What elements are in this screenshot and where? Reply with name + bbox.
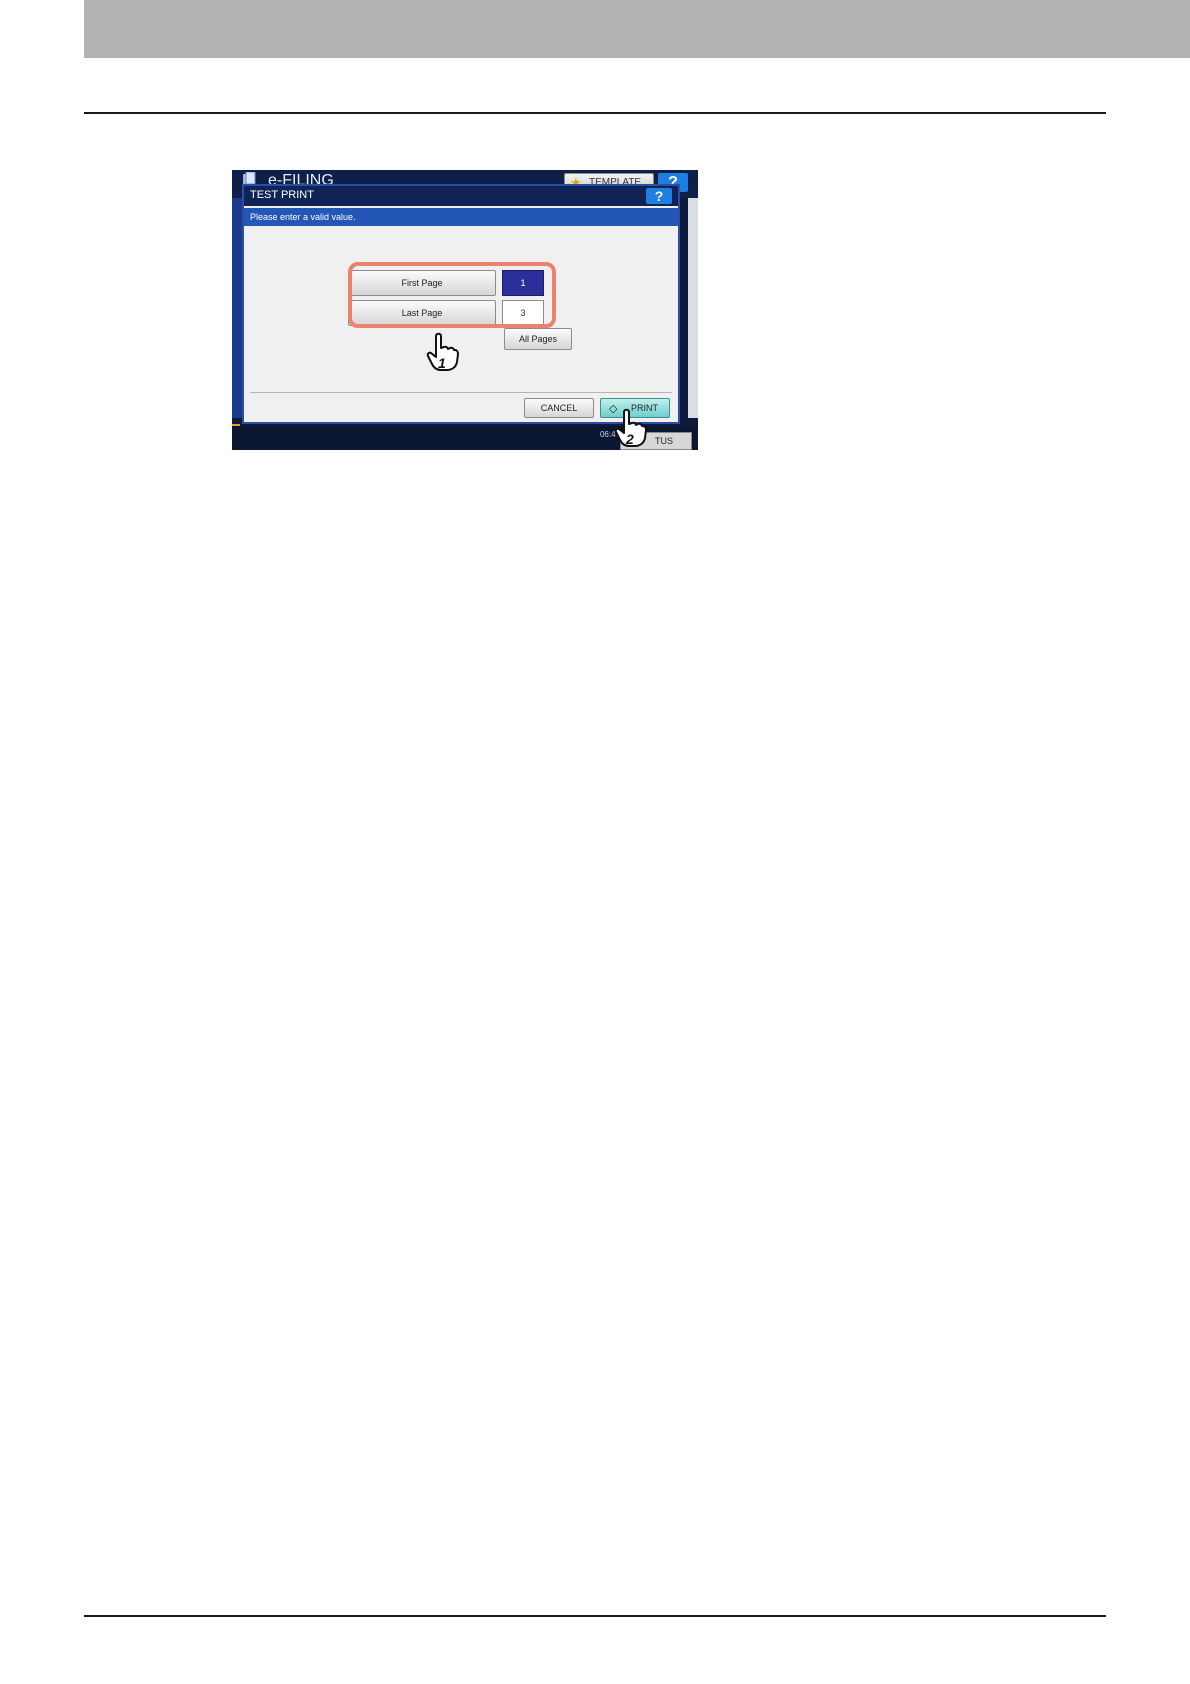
hand-pointer-icon: 1: [426, 332, 459, 371]
side-strip-left: [232, 198, 242, 418]
dialog-title: TEST PRINT: [250, 189, 314, 201]
dialog-separator: [250, 392, 672, 393]
side-strip-right: [688, 198, 698, 418]
message-bar: Please enter a valid value.: [244, 208, 678, 226]
hand-pointer-icon: 2: [614, 408, 647, 447]
dialog-help-button[interactable]: ?: [646, 188, 672, 204]
all-pages-button[interactable]: All Pages: [504, 328, 572, 350]
test-print-dialog: TEST PRINT ? Please enter a valid value.…: [242, 184, 680, 424]
screenshot: e-FILING ★ TEMPLATE ▾ ? 06:47 TUS TEST P…: [232, 170, 698, 450]
header-rule: [84, 112, 1106, 114]
page-header-bar: [84, 0, 1190, 58]
dialog-message: Please enter a valid value.: [250, 212, 356, 222]
cancel-button[interactable]: CANCEL: [524, 398, 594, 418]
status-label: TUS: [655, 436, 673, 446]
step1-highlight: [348, 262, 556, 328]
footer-rule: [84, 1615, 1106, 1617]
dialog-title-bar: TEST PRINT ?: [244, 186, 678, 206]
step2-number: 2: [625, 431, 634, 447]
step1-number: 1: [438, 355, 446, 371]
